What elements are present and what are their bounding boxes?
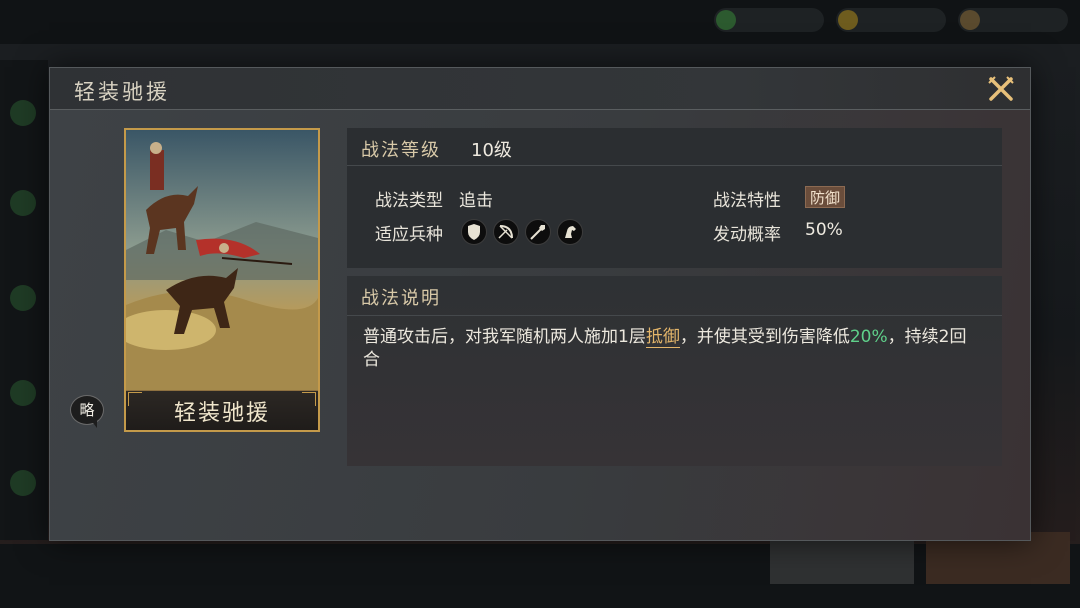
background-resource-pill — [836, 8, 946, 32]
status-keyword-link[interactable]: 抵御 — [645, 327, 680, 348]
tactic-level-row: 战法等级 10级 — [347, 128, 1002, 166]
tactic-card-art — [126, 130, 318, 390]
tactic-trait-tag: 防御 — [805, 186, 846, 208]
cavalry-unit-icon — [557, 219, 583, 245]
tactic-card-name-bar: 轻装驰援 — [126, 390, 318, 430]
tactic-level-value: 10级 — [471, 140, 512, 161]
description-header-row: 战法说明 — [347, 276, 1002, 316]
spear-unit-icon — [525, 219, 551, 245]
tactic-trait-label: 战法特性 — [713, 191, 781, 211]
background-side-strip — [0, 60, 48, 540]
strategy-bubble-button[interactable]: 略 — [70, 395, 104, 429]
tactic-attributes-panel: 战法等级 10级 战法类型 追击 适应兵种 战法特性 防御 发动概率 50% — [347, 128, 1002, 268]
tactic-level-label: 战法等级 — [361, 140, 441, 161]
shield-unit-icon — [461, 219, 487, 245]
background-resource-pill — [714, 8, 824, 32]
damage-reduction-percent: 20% — [849, 327, 888, 347]
dialog-title: 轻装驰援 — [74, 80, 170, 104]
tactic-description-panel: 战法说明 普通攻击后，对我军随机两人施加1层抵御，并使其受到伤害降低20%，持续… — [347, 276, 1002, 466]
tactic-card: 轻装驰援 — [124, 128, 320, 432]
background-bottom-bar — [0, 544, 1080, 608]
dialog-header: 轻装驰援 — [50, 68, 1030, 110]
strategy-badge-text: 略 — [79, 401, 95, 419]
close-icon[interactable] — [986, 74, 1016, 104]
description-text: 普通攻击后，对我军随机两人施加1层抵御，并使其受到伤害降低20%，持续2回合 — [363, 327, 967, 370]
card-corner-ornament — [128, 392, 142, 406]
description-header: 战法说明 — [361, 288, 441, 309]
background-resource-pill — [958, 8, 1068, 32]
tactic-card-name: 轻装驰援 — [173, 401, 270, 426]
card-corner-ornament — [302, 392, 316, 406]
background-button — [770, 540, 914, 584]
trigger-rate-label: 发动概率 — [713, 225, 781, 245]
bow-unit-icon — [493, 219, 519, 245]
tactic-detail-dialog: 轻装驰援 轻装驰援 略 战法等级 10级 战法类型 追击 适应兵种 战法特性 防… — [49, 67, 1031, 541]
tactic-type-value: 追击 — [459, 191, 493, 211]
tactic-type-label: 战法类型 — [375, 191, 443, 211]
troop-types-label: 适应兵种 — [375, 225, 443, 245]
trigger-rate-value: 50% — [805, 220, 843, 240]
